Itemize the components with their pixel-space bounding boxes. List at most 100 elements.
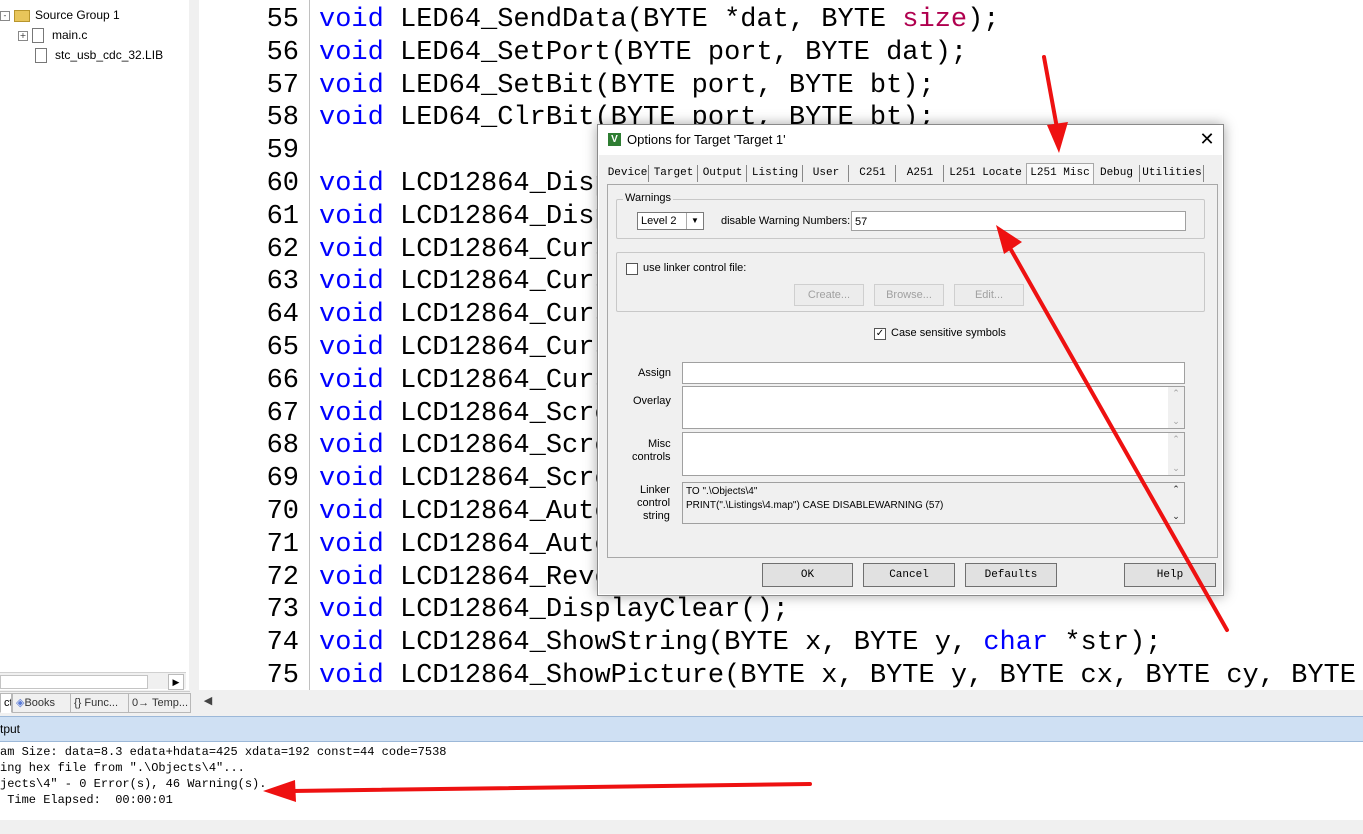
tab-c251[interactable]: C251 bbox=[850, 165, 896, 182]
tree-horizontal-scrollbar[interactable]: ▶ bbox=[0, 672, 186, 690]
code-line[interactable]: void LCD12864_Curs bbox=[319, 299, 611, 332]
scroll-down-icon[interactable]: ⌄ bbox=[1168, 511, 1184, 522]
create-button[interactable]: Create... bbox=[794, 284, 864, 306]
line-number: 56 bbox=[266, 37, 299, 68]
linker-control-string-textarea[interactable]: TO ".\Objects\4" PRINT(".\Listings\4.map… bbox=[682, 482, 1185, 524]
code-text: LCD12864_Curs bbox=[383, 300, 611, 331]
line-number: 63 bbox=[266, 267, 299, 298]
tab-l251-misc[interactable]: L251 Misc bbox=[1026, 163, 1094, 184]
overlay-scrollbar[interactable]: ⌃ ⌄ bbox=[1168, 387, 1184, 428]
use-linker-control-file-checkbox[interactable] bbox=[626, 263, 638, 275]
misc-controls-textarea[interactable]: ⌃ ⌄ bbox=[682, 432, 1185, 476]
tree-item-source-group[interactable]: - Source Group 1 bbox=[0, 6, 120, 24]
line-number: 57 bbox=[266, 70, 299, 101]
line-number: 61 bbox=[266, 201, 299, 232]
assign-input[interactable] bbox=[682, 362, 1185, 384]
keyword: void bbox=[319, 267, 384, 298]
code-text: LED64_SetBit(BYTE port, BYTE bt); bbox=[383, 70, 935, 101]
overlay-textarea[interactable]: ⌃ ⌄ bbox=[682, 386, 1185, 429]
tab-l251-locate[interactable]: L251 Locate bbox=[945, 165, 1027, 182]
code-line[interactable]: void LCD12864_Scro bbox=[319, 463, 611, 496]
line-number: 55 bbox=[266, 5, 299, 35]
code-line[interactable]: void LCD12864_Scro bbox=[319, 398, 611, 431]
code-line[interactable]: void LED64_SendData(BYTE *dat, BYTE size… bbox=[319, 4, 1000, 37]
scroll-up-icon[interactable]: ⌃ bbox=[1168, 388, 1184, 399]
defaults-button[interactable]: Defaults bbox=[965, 563, 1057, 587]
l251-misc-panel: Warnings Level 2 ▼ disable Warning Numbe… bbox=[607, 184, 1218, 558]
chevron-down-icon[interactable]: ▼ bbox=[686, 213, 703, 229]
code-line[interactable]: void LCD12864_Scro bbox=[319, 430, 611, 463]
code-line[interactable]: void LED64_SetPort(BYTE port, BYTE dat); bbox=[319, 37, 967, 70]
keyword: void bbox=[319, 234, 384, 265]
tab-a251[interactable]: A251 bbox=[897, 165, 944, 182]
code-line[interactable]: void LCD12864_Curs bbox=[319, 332, 611, 365]
scroll-down-icon[interactable]: ⌄ bbox=[1168, 416, 1184, 427]
tree-item-lib[interactable]: stc_usb_cdc_32.LIB bbox=[35, 46, 163, 64]
code-line[interactable]: void LCD12864_Auto bbox=[319, 529, 611, 562]
tab-debug[interactable]: Debug bbox=[1094, 165, 1140, 182]
code-line[interactable]: void LCD12864_Reve bbox=[319, 562, 611, 595]
tree-item-main-c[interactable]: + main.c bbox=[18, 26, 87, 44]
linker-string-line: PRINT(".\Listings\4.map") CASE DISABLEWA… bbox=[686, 500, 944, 511]
code-line[interactable]: void LCD12864_Disp bbox=[319, 168, 611, 201]
code-line[interactable]: void LCD12864_ShowPicture(BYTE x, BYTE y… bbox=[319, 660, 1363, 690]
line-number: 58 bbox=[266, 103, 299, 134]
code-line[interactable]: void LED64_SetBit(BYTE port, BYTE bt); bbox=[319, 70, 935, 103]
linker-control-file-group: use linker control file: Create... Brows… bbox=[616, 252, 1205, 312]
code-line[interactable]: void LCD12864_Disp bbox=[319, 201, 611, 234]
scroll-right-icon[interactable]: ▶ bbox=[168, 674, 184, 690]
tab-utilities[interactable]: Utilities bbox=[1141, 165, 1204, 182]
ok-button[interactable]: OK bbox=[762, 563, 853, 587]
code-text: LCD12864_Scro bbox=[383, 398, 611, 429]
overlay-label: Overlay bbox=[633, 395, 671, 407]
keyword: void bbox=[319, 628, 384, 659]
tab-label: ct bbox=[4, 697, 12, 709]
output-title: tput bbox=[0, 722, 21, 736]
case-sensitive-checkbox[interactable]: ✓ bbox=[874, 328, 886, 340]
cancel-button[interactable]: Cancel bbox=[863, 563, 955, 587]
collapse-icon[interactable]: - bbox=[0, 10, 10, 21]
code-line[interactable]: void LCD12864_Curs bbox=[319, 365, 611, 398]
keyword: void bbox=[319, 595, 384, 626]
scrollbar-thumb[interactable] bbox=[0, 675, 148, 689]
linker-string-scrollbar[interactable]: ⌃ ⌄ bbox=[1168, 483, 1184, 523]
scroll-left-icon[interactable]: ◀ bbox=[201, 694, 215, 708]
code-line[interactable]: void LCD12864_ShowString(BYTE x, BYTE y,… bbox=[319, 627, 1162, 660]
tab-target[interactable]: Target bbox=[650, 165, 698, 182]
keyword: void bbox=[319, 103, 384, 134]
scroll-up-icon[interactable]: ⌃ bbox=[1168, 484, 1184, 495]
tab-device[interactable]: Device bbox=[607, 165, 649, 182]
keyword: void bbox=[319, 70, 384, 101]
code-line[interactable]: void LCD12864_Curs bbox=[319, 266, 611, 299]
expand-icon[interactable]: + bbox=[18, 30, 28, 41]
tab-output[interactable]: Output bbox=[699, 165, 747, 182]
tab-user[interactable]: User bbox=[804, 165, 849, 182]
edit-button[interactable]: Edit... bbox=[954, 284, 1024, 306]
code-line[interactable]: void LCD12864_Curs bbox=[319, 234, 611, 267]
line-number: 73 bbox=[266, 595, 299, 626]
browse-button[interactable]: Browse... bbox=[874, 284, 944, 306]
scroll-up-icon[interactable]: ⌃ bbox=[1168, 434, 1184, 445]
tab-books[interactable]: ◈Books bbox=[12, 693, 72, 713]
help-button[interactable]: Help bbox=[1124, 563, 1216, 587]
disable-warning-numbers-input[interactable]: 57 bbox=[851, 211, 1186, 231]
output-line: ing hex file from ".\Objects\4"... bbox=[0, 761, 245, 775]
keil-app-icon: V bbox=[608, 133, 621, 146]
editor-horizontal-scrollbar[interactable]: ◀ bbox=[199, 692, 1363, 710]
code-text: ); bbox=[967, 5, 1000, 35]
dialog-title-bar[interactable]: V Options for Target 'Target 1' ✕ bbox=[598, 125, 1223, 155]
tab-templates[interactable]: 0→ Temp... bbox=[128, 693, 191, 713]
misc-scrollbar[interactable]: ⌃ ⌄ bbox=[1168, 433, 1184, 475]
scroll-down-icon[interactable]: ⌄ bbox=[1168, 463, 1184, 474]
code-line[interactable]: void LCD12864_Auto bbox=[319, 496, 611, 529]
code-line[interactable]: void LCD12864_DisplayClear(); bbox=[319, 594, 789, 627]
gutter-divider bbox=[309, 0, 310, 690]
tab-functions[interactable]: {} Func... bbox=[70, 693, 130, 713]
linker-string-label-3: string bbox=[643, 510, 670, 522]
case-sensitive-label: Case sensitive symbols bbox=[891, 327, 1006, 339]
tab-project[interactable]: ct bbox=[0, 693, 12, 713]
build-output[interactable]: am Size: data=8.3 edata+hdata=425 xdata=… bbox=[0, 742, 1363, 820]
tab-listing[interactable]: Listing bbox=[748, 165, 803, 182]
warning-level-select[interactable]: Level 2 ▼ bbox=[637, 212, 704, 230]
close-icon[interactable]: ✕ bbox=[1191, 125, 1223, 155]
